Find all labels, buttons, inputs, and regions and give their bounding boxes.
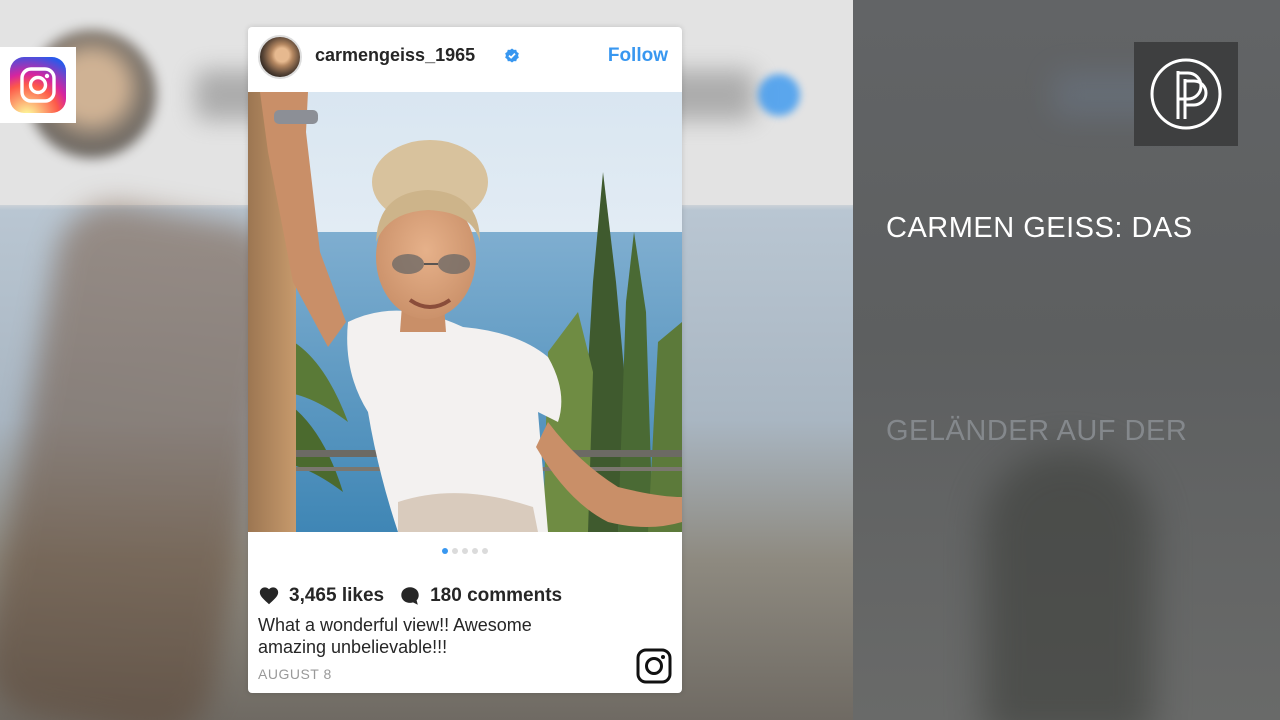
post-stats: 3,465 likes 180 comments (258, 584, 562, 608)
post-date: AUGUST 8 (258, 666, 332, 682)
subline-text: GELÄNDER AUF DER (886, 415, 1188, 447)
carousel-dot[interactable] (462, 548, 468, 554)
comment-bubble-icon[interactable] (399, 585, 421, 607)
carousel-dot[interactable] (482, 548, 488, 554)
carousel-dot[interactable] (472, 548, 478, 554)
headline-text: CARMEN GEISS: DAS (886, 212, 1193, 244)
post-username[interactable]: carmengeiss_1965 (315, 45, 475, 66)
instagram-outline-icon[interactable] (636, 648, 672, 684)
blurred-verified-badge (758, 74, 800, 116)
verified-badge-icon (505, 48, 519, 63)
avatar[interactable] (258, 35, 302, 79)
double-p-logo-icon (1150, 58, 1222, 130)
likes-count: 3,465 likes (289, 585, 385, 606)
heart-icon[interactable] (258, 585, 280, 607)
post-caption: What a wonderful view!! Awesome amazing … (258, 615, 532, 657)
blurred-tree (983, 450, 1153, 720)
instagram-logo-icon (10, 57, 66, 113)
carousel-indicator (248, 548, 682, 556)
instagram-logo-badge (0, 47, 76, 123)
carousel-dot[interactable] (452, 548, 458, 554)
post-photo[interactable] (248, 92, 682, 532)
carousel-dot-active[interactable] (442, 548, 448, 554)
post-header: carmengeiss_1965 Follow (248, 27, 682, 92)
follow-button[interactable]: Follow (608, 45, 668, 67)
instagram-post-card: carmengeiss_1965 Follow 3,465 likes 180 … (248, 27, 682, 693)
double-p-logo-badge (1134, 42, 1238, 146)
comments-count: 180 comments (430, 585, 563, 606)
